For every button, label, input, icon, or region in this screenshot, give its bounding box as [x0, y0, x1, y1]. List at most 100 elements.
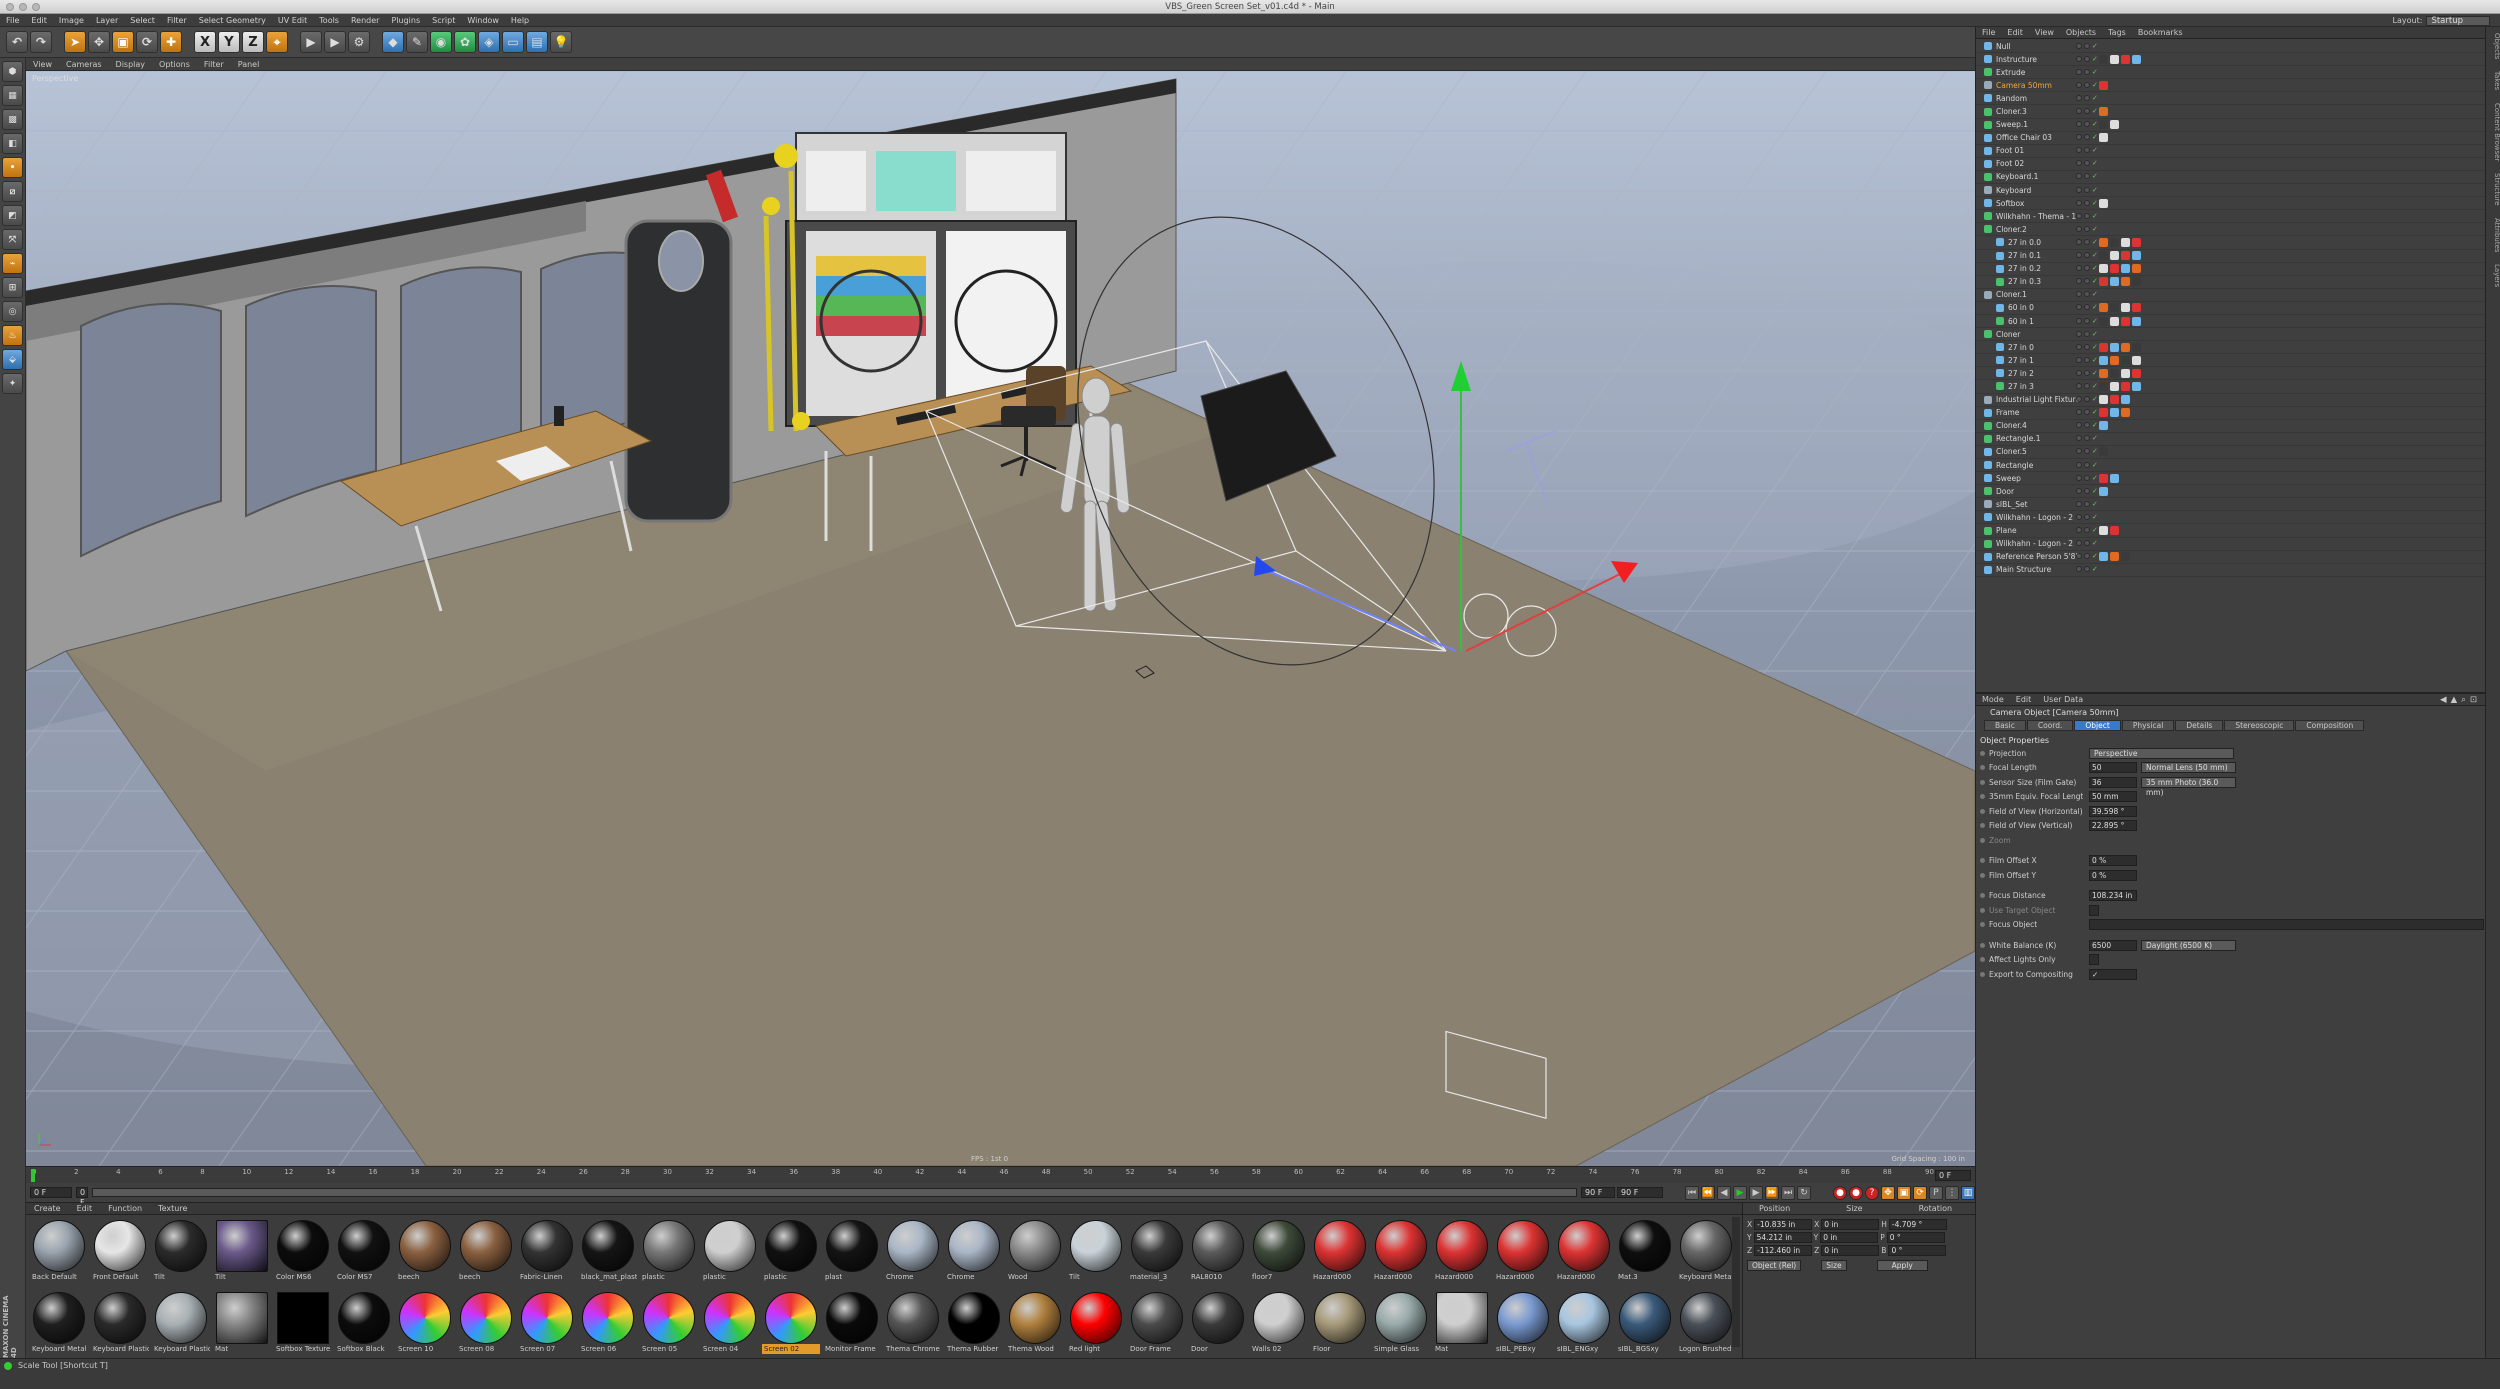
editor-visibility-dot[interactable]: [2076, 238, 2082, 245]
editor-visibility-dot[interactable]: [2076, 382, 2082, 389]
right-tab-layers[interactable]: Layers: [2486, 258, 2500, 293]
attribute-value-field[interactable]: ✓: [2089, 968, 2137, 980]
editor-visibility-dot[interactable]: [2076, 330, 2082, 337]
material-tag-icon[interactable]: [2132, 368, 2141, 378]
object-row[interactable]: Sweep ✓: [1976, 472, 2486, 486]
enabled-check-icon[interactable]: ✓: [2092, 94, 2099, 102]
menu-uv-edit[interactable]: UV Edit: [272, 16, 313, 25]
material-swatch[interactable]: plastic: [701, 1220, 759, 1290]
object-visibility-dots[interactable]: ✓: [2076, 121, 2099, 128]
coordinate-mode-dropdown[interactable]: Object (Rel): [1747, 1260, 1802, 1271]
tab-physical[interactable]: Physical: [2121, 719, 2175, 731]
enabled-check-icon[interactable]: ✓: [2092, 343, 2099, 351]
enabled-check-icon[interactable]: ✓: [2092, 553, 2099, 560]
attribute-value-field[interactable]: 108.234 in: [2089, 890, 2137, 902]
render-view-icon[interactable]: ▶: [300, 31, 322, 53]
object-row[interactable]: Keyboard.1 ✓: [1976, 171, 2486, 185]
material-swatch[interactable]: Hazard000: [1433, 1220, 1491, 1290]
enabled-check-icon[interactable]: ✓: [2092, 304, 2099, 311]
menu-window[interactable]: Window: [461, 16, 505, 25]
menu-tools[interactable]: Tools: [313, 16, 345, 25]
deformer-icon[interactable]: ◈: [478, 31, 500, 53]
material-swatch[interactable]: Thema Wood: [1006, 1292, 1064, 1362]
material-swatch[interactable]: Wood: [1006, 1220, 1064, 1290]
model-mode-icon[interactable]: ▦: [2, 85, 23, 106]
enabled-check-icon[interactable]: ✓: [2092, 566, 2099, 573]
object-visibility-dots[interactable]: ✓: [2076, 540, 2099, 547]
right-tab-attributes[interactable]: Attributes: [2486, 212, 2500, 259]
enabled-check-icon[interactable]: ✓: [2092, 238, 2099, 246]
object-visibility-dots[interactable]: ✓: [2076, 225, 2099, 233]
prev-key-icon[interactable]: ⏪: [1701, 1185, 1715, 1200]
material-swatch[interactable]: Simple Glass: [1372, 1292, 1430, 1362]
object-row[interactable]: 27 in 0.1 ✓: [1976, 250, 2486, 263]
enabled-check-icon[interactable]: ✓: [2092, 513, 2099, 521]
editor-visibility-dot[interactable]: [2076, 225, 2082, 232]
material-swatch[interactable]: sIBL_ENGxy: [1555, 1292, 1613, 1362]
render-visibility-dot[interactable]: [2084, 291, 2090, 298]
attribute-value-field[interactable]: 6500: [2089, 939, 2137, 951]
enabled-check-icon[interactable]: ✓: [2092, 81, 2099, 89]
material-tag-icon[interactable]: [2121, 408, 2130, 418]
material-swatch[interactable]: Screen 06: [579, 1292, 637, 1362]
material-swatch[interactable]: Screen 05: [640, 1292, 698, 1362]
render-visibility-dot[interactable]: [2084, 422, 2090, 429]
material-swatch[interactable]: Red light: [1067, 1292, 1125, 1362]
object-visibility-dots[interactable]: ✓: [2076, 55, 2099, 63]
editor-visibility-dot[interactable]: [2076, 513, 2082, 520]
viewport-menu-panel[interactable]: Panel: [231, 60, 267, 69]
material-tag-icon[interactable]: [2110, 54, 2119, 64]
enabled-check-icon[interactable]: ✓: [2092, 160, 2099, 167]
material-swatch[interactable]: Keyboard Metal: [30, 1292, 88, 1362]
live-selection-icon[interactable]: ➤: [64, 31, 86, 53]
material-tag-icon[interactable]: [2099, 395, 2108, 405]
render-picture-viewer-icon[interactable]: ▶: [324, 31, 346, 53]
texture-mode-icon[interactable]: ▩: [2, 109, 23, 130]
material-tag-icon[interactable]: [2121, 381, 2130, 391]
enabled-check-icon[interactable]: ✓: [2092, 500, 2099, 508]
timeline-start-field[interactable]: 0 F: [30, 1187, 72, 1198]
attribute-value-field[interactable]: 50 mm: [2089, 791, 2137, 803]
render-visibility-dot[interactable]: [2084, 317, 2090, 324]
position-key-icon[interactable]: ✥: [1881, 1185, 1895, 1200]
material-tag-icon[interactable]: [2099, 120, 2108, 130]
material-swatch[interactable]: Keyboard Plastic: [91, 1292, 149, 1362]
material-tag-icon[interactable]: [2110, 473, 2119, 483]
material-swatch[interactable]: Tilt: [1067, 1220, 1125, 1290]
play-icon[interactable]: ▶: [1733, 1185, 1747, 1200]
material-tag-icon[interactable]: [2110, 316, 2119, 326]
enabled-check-icon[interactable]: ✓: [2092, 291, 2099, 298]
position-x-field[interactable]: -10.835 in: [1754, 1219, 1813, 1230]
material-tag-icon[interactable]: [2099, 526, 2108, 536]
object-row[interactable]: Camera 50mm ✓: [1976, 79, 2486, 93]
enabled-check-icon[interactable]: ✓: [2092, 134, 2099, 141]
viewport-menu-display[interactable]: Display: [109, 60, 153, 69]
material-tag-icon[interactable]: [2132, 355, 2141, 365]
right-tab-structure[interactable]: Structure: [2486, 167, 2500, 212]
material-tag-icon[interactable]: [2132, 342, 2141, 352]
material-swatch[interactable]: Screen 10: [396, 1292, 454, 1362]
object-visibility-dots[interactable]: ✓: [2076, 566, 2099, 573]
editor-visibility-dot[interactable]: [2076, 500, 2082, 507]
size-z-field[interactable]: 0 in: [1821, 1245, 1880, 1256]
render-visibility-dot[interactable]: [2084, 121, 2090, 128]
object-visibility-dots[interactable]: ✓: [2076, 330, 2099, 338]
playhead[interactable]: [31, 1169, 35, 1182]
polygons-mode-icon[interactable]: ◩: [2, 205, 23, 226]
material-swatch[interactable]: Tilt: [213, 1220, 271, 1290]
material-swatch[interactable]: black_mat_plast: [579, 1220, 637, 1290]
enabled-check-icon[interactable]: ✓: [2092, 147, 2099, 154]
attribute-menu-mode[interactable]: Mode: [1976, 695, 2010, 704]
material-swatch[interactable]: Logon Brushed: [1677, 1292, 1735, 1362]
enabled-check-icon[interactable]: ✓: [2092, 278, 2099, 285]
enabled-check-icon[interactable]: ✓: [2092, 382, 2099, 390]
record-keys-icon[interactable]: ●: [1833, 1185, 1847, 1200]
object-row[interactable]: 27 in 0.2 ✓: [1976, 263, 2486, 276]
material-swatch[interactable]: Hazard000: [1311, 1220, 1369, 1290]
object-row[interactable]: Foot 02 ✓: [1976, 158, 2486, 171]
object-visibility-dots[interactable]: ✓: [2076, 461, 2099, 469]
render-visibility-dot[interactable]: [2084, 369, 2090, 376]
material-swatch[interactable]: Tilt: [152, 1220, 210, 1290]
object-visibility-dots[interactable]: ✓: [2076, 238, 2099, 246]
material-swatch[interactable]: beech: [396, 1220, 454, 1290]
